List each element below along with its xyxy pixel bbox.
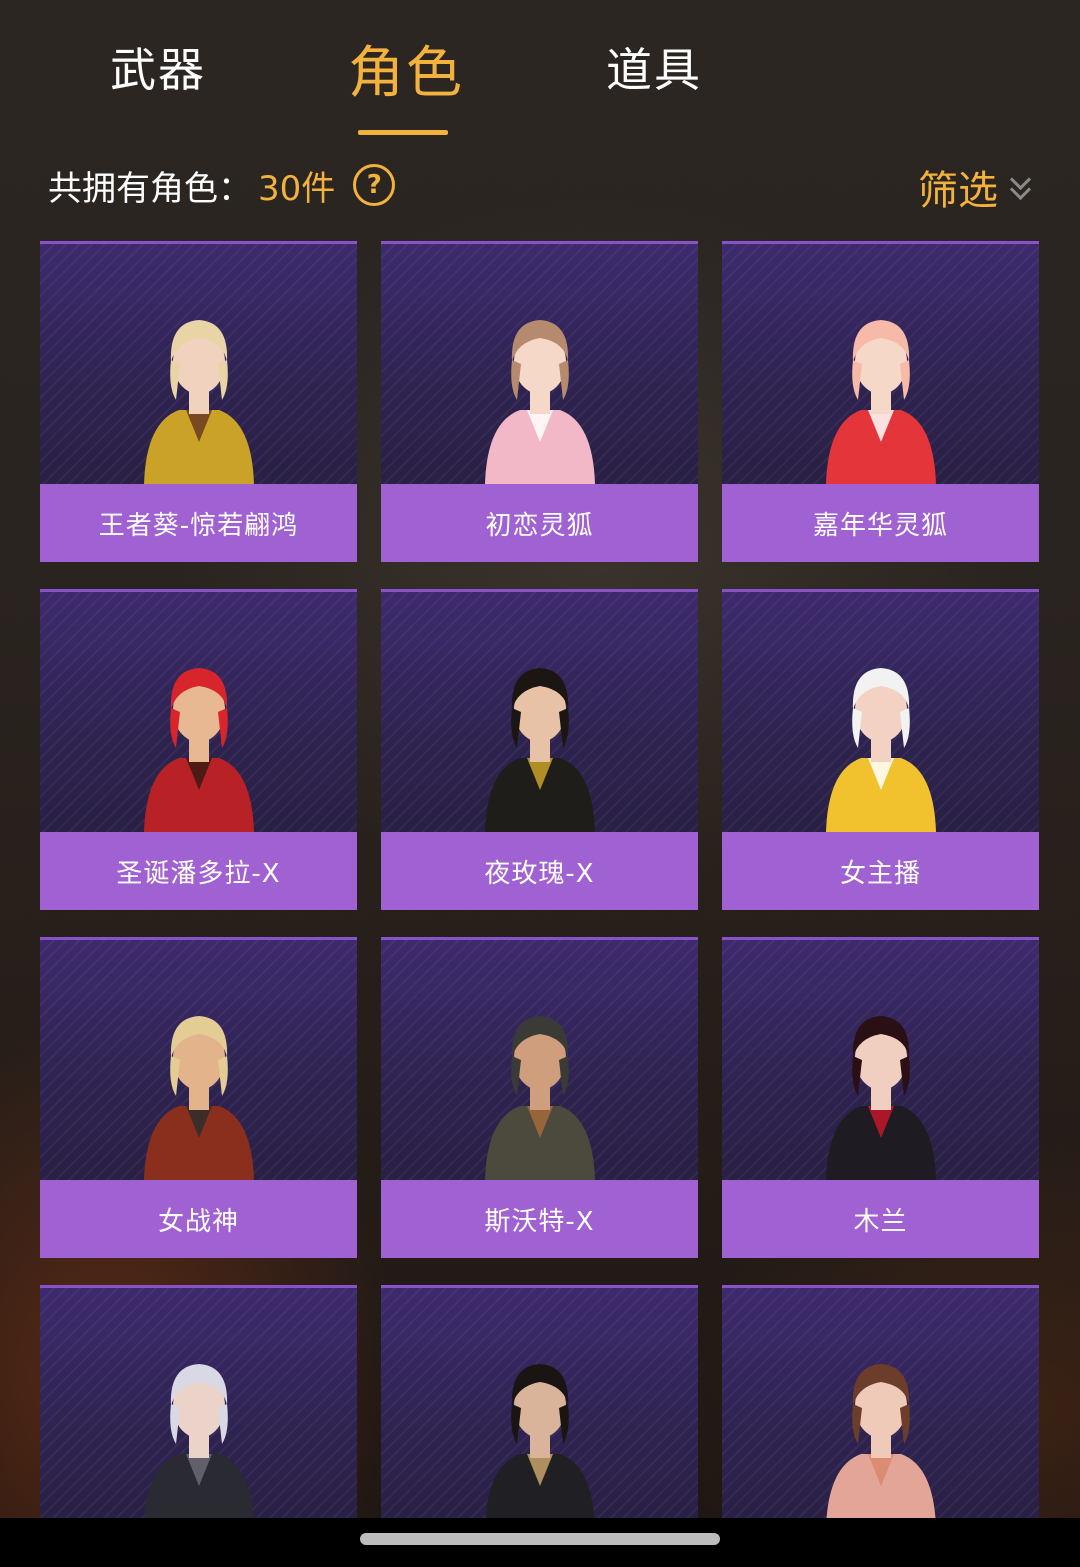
character-card[interactable]: 嘉年华灵狐	[722, 241, 1039, 562]
character-name: 女主播	[722, 832, 1039, 910]
filter-label: 筛选	[918, 168, 998, 214]
character-portrait	[825, 668, 936, 832]
character-card[interactable]: 女战神	[40, 937, 357, 1258]
home-indicator[interactable]	[360, 1533, 720, 1545]
filter-button[interactable]: 筛选	[918, 158, 1032, 216]
character-portrait	[484, 320, 595, 484]
character-portrait	[825, 1016, 936, 1180]
character-name: 王者葵-惊若翩鸿	[40, 484, 357, 562]
character-portrait	[143, 1016, 254, 1180]
question-circle-icon[interactable]: ?	[353, 164, 396, 206]
character-portrait	[484, 1016, 595, 1180]
owned-label: 共拥有角色：	[48, 168, 252, 209]
owned-count: 30件	[258, 168, 336, 209]
character-portrait	[484, 1364, 595, 1528]
character-name: 夜玫瑰-X	[381, 832, 698, 910]
tab-items[interactable]: 道具	[606, 34, 702, 100]
character-portrait	[825, 1364, 936, 1528]
tab-bar: 武器 角色 道具	[0, 0, 1080, 140]
character-name: 木兰	[722, 1180, 1039, 1258]
character-name: 女战神	[40, 1180, 357, 1258]
character-card[interactable]: 圣诞潘多拉-X	[40, 589, 357, 910]
character-portrait	[143, 320, 254, 484]
tab-weapons[interactable]: 武器	[110, 34, 206, 100]
character-portrait	[484, 668, 595, 832]
character-name: 初恋灵狐	[381, 484, 698, 562]
character-card[interactable]: 斯沃特-X	[381, 937, 698, 1258]
character-card[interactable]: 初恋灵狐	[381, 241, 698, 562]
character-portrait	[825, 320, 936, 484]
double-chevron-down-icon	[1009, 168, 1032, 202]
character-portrait	[143, 1364, 254, 1528]
character-card[interactable]: 木兰	[722, 937, 1039, 1258]
tab-characters[interactable]: 角色	[348, 28, 464, 109]
owned-summary: 共拥有角色： 30件 ?	[48, 160, 396, 210]
character-card[interactable]: 夜玫瑰-X	[381, 589, 698, 910]
character-name: 斯沃特-X	[381, 1180, 698, 1258]
active-tab-indicator	[358, 130, 448, 135]
character-name: 圣诞潘多拉-X	[40, 832, 357, 910]
character-card[interactable]: 女主播	[722, 589, 1039, 910]
character-card[interactable]: 王者葵-惊若翩鸿	[40, 241, 357, 562]
character-grid: 王者葵-惊若翩鸿 初恋灵狐 嘉年华灵狐圣诞潘多拉-X 夜玫瑰-X 女主播女战神 斯沃特-X…	[40, 241, 1040, 1567]
character-name: 嘉年华灵狐	[722, 484, 1039, 562]
character-portrait	[143, 668, 254, 832]
